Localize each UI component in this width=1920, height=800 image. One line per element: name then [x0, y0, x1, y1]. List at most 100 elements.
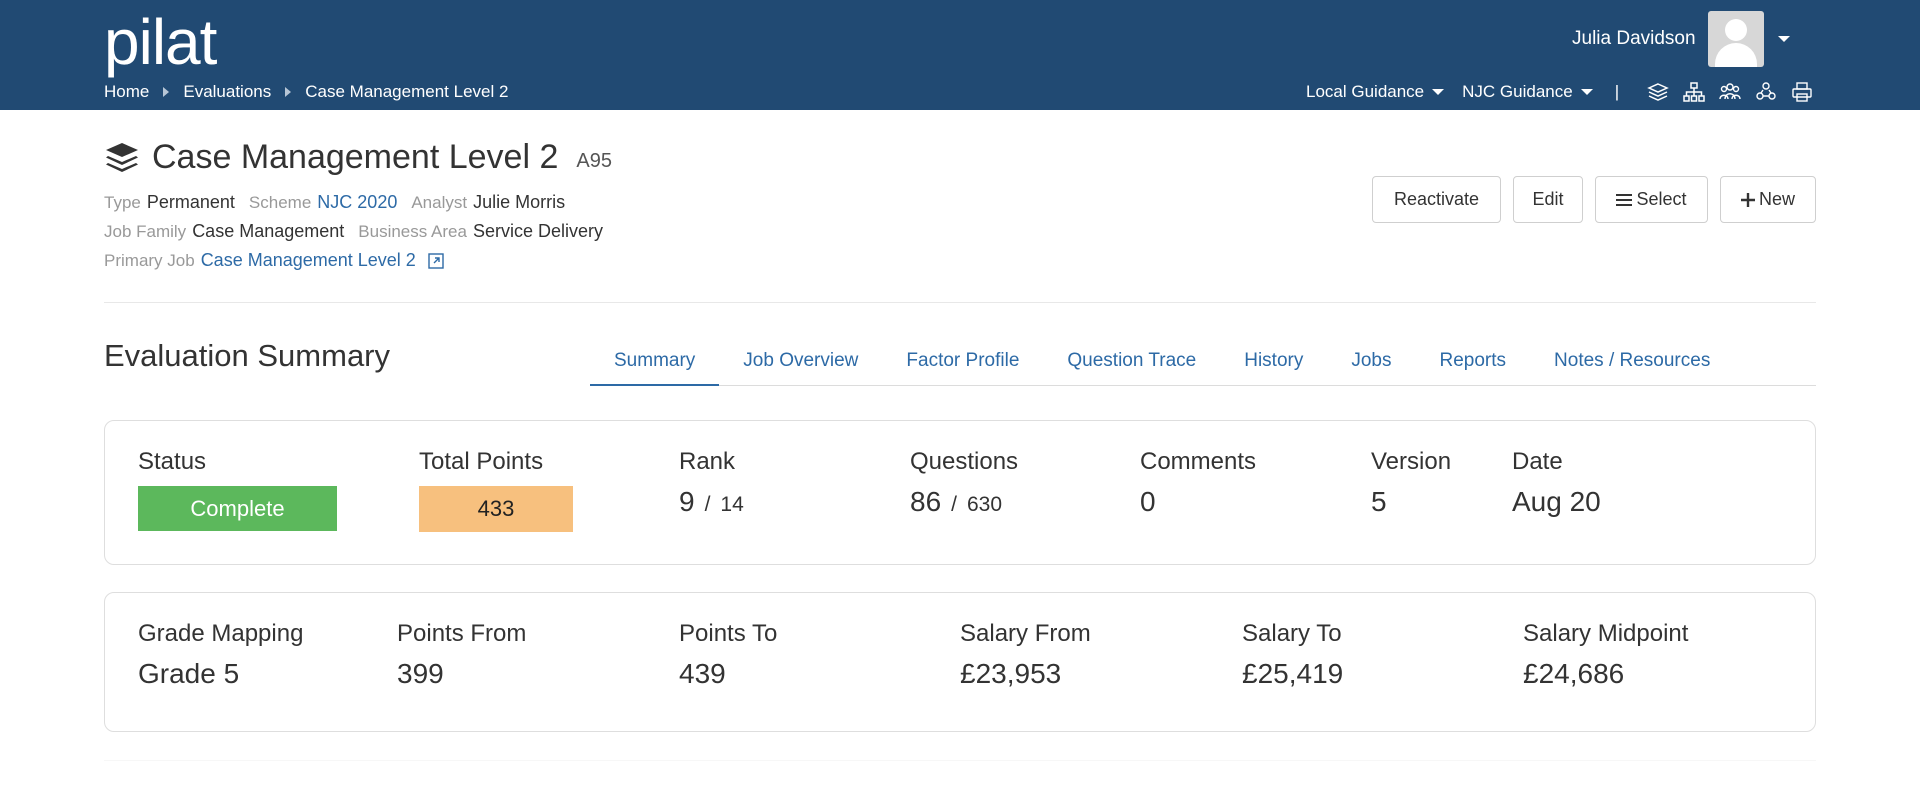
comments-field: Comments 0	[1140, 448, 1256, 518]
grade-card: Grade Mapping Grade 5 Points From 399 Po…	[104, 592, 1816, 732]
salary-from-label: Salary From	[960, 620, 1091, 647]
questions-field: Questions 86 / 630	[910, 448, 1018, 518]
user-menu[interactable]: Julia Davidson	[1572, 11, 1790, 67]
list-icon	[1616, 193, 1633, 206]
layers-icon	[106, 142, 138, 172]
select-button[interactable]: Select	[1595, 176, 1708, 223]
grade-mapping-field: Grade Mapping Grade 5	[138, 620, 303, 690]
salary-midpoint-label: Salary Midpoint	[1523, 620, 1689, 647]
section-title: Evaluation Summary	[104, 338, 391, 373]
status-field: Status Complete	[138, 448, 337, 531]
points-to-value: 439	[679, 658, 726, 689]
points-to-label: Points To	[679, 620, 778, 647]
grade-mapping-label: Grade Mapping	[138, 620, 304, 647]
job-meta-row-1: Type Permanent Scheme NJC 2020 Analyst J…	[104, 192, 579, 213]
points-from-field: Points From 399	[397, 620, 526, 690]
page-title: Case Management Level 2	[152, 138, 559, 176]
analyst-value: Julie Morris	[473, 192, 566, 212]
salary-from-field: Salary From £23,953	[960, 620, 1091, 690]
print-icon[interactable]	[1791, 82, 1813, 102]
caret-down-icon	[1580, 89, 1593, 95]
rank-slash: /	[704, 493, 711, 516]
date-value: Aug 20	[1512, 486, 1601, 517]
grade-mapping-value: Grade 5	[138, 658, 240, 689]
primary-job-link[interactable]: Case Management Level 2	[201, 250, 416, 271]
analyst-label: Analyst	[411, 192, 468, 212]
status-badge: Complete	[138, 486, 337, 531]
next-panel-edge	[104, 760, 1816, 800]
job-title-row: Case Management Level 2 A95	[104, 138, 612, 177]
tab-factor-profile[interactable]: Factor Profile	[882, 336, 1043, 386]
org-chart-icon[interactable]	[1683, 82, 1705, 102]
business-area-value: Service Delivery	[472, 221, 604, 241]
tab-question-trace[interactable]: Question Trace	[1043, 336, 1220, 386]
tab-summary[interactable]: Summary	[590, 336, 720, 386]
breadcrumb-chevron-icon	[285, 87, 292, 97]
edit-button[interactable]: Edit	[1513, 176, 1583, 223]
points-to-field: Points To 439	[679, 620, 777, 690]
avatar-head-shape	[1724, 19, 1747, 41]
job-meta-row-3: Primary Job Case Management Level 2	[104, 250, 444, 271]
avatar[interactable]	[1707, 11, 1764, 67]
points-from-value: 399	[397, 658, 444, 689]
version-value: 5	[1371, 486, 1387, 517]
evaluation-tabs: Summary Job Overview Factor Profile Ques…	[590, 336, 1816, 386]
tab-history[interactable]: History	[1220, 336, 1327, 386]
salary-to-value: £25,419	[1242, 658, 1344, 689]
job-family-value: Case Management	[192, 221, 345, 241]
plus-icon	[1740, 192, 1755, 207]
tab-job-overview[interactable]: Job Overview	[719, 336, 882, 386]
salary-midpoint-value: £24,686	[1523, 658, 1625, 689]
njc-guidance-dropdown[interactable]: NJC Guidance	[1462, 82, 1593, 102]
avatar-body-shape	[1714, 43, 1757, 67]
breadcrumb-chevron-icon	[163, 87, 170, 97]
questions-label: Questions	[910, 448, 1019, 475]
salary-midpoint-field: Salary Midpoint £24,686	[1523, 620, 1688, 690]
caret-down-icon[interactable]	[1777, 36, 1790, 42]
new-button[interactable]: New	[1720, 176, 1816, 223]
group-icon[interactable]	[1755, 82, 1777, 102]
salary-from-value: £23,953	[960, 658, 1062, 689]
rank-number: 9	[679, 486, 695, 517]
job-family-label: Job Family	[104, 221, 187, 241]
select-button-label: Select	[1636, 189, 1687, 209]
local-guidance-dropdown[interactable]: Local Guidance	[1306, 82, 1445, 102]
tab-reports[interactable]: Reports	[1416, 336, 1531, 386]
date-label: Date	[1512, 448, 1563, 475]
pilat-logo[interactable]: pilat	[104, 10, 217, 74]
rank-field: Rank 9 / 14	[679, 448, 744, 518]
summary-card: Status Complete Total Points 433 Rank 9 /…	[104, 420, 1816, 565]
rank-label: Rank	[679, 448, 736, 475]
breadcrumb-home[interactable]: Home	[104, 82, 149, 102]
scheme-link[interactable]: NJC 2020	[317, 192, 397, 213]
caret-down-icon	[1432, 89, 1445, 95]
comments-label: Comments	[1140, 448, 1257, 475]
top-navbar: pilat Home Evaluations Case Management L…	[0, 0, 1920, 110]
version-field: Version 5	[1371, 448, 1451, 518]
comments-value: 0	[1140, 486, 1156, 517]
reactivate-button[interactable]: Reactivate	[1372, 176, 1501, 223]
people-icon[interactable]	[1719, 82, 1741, 102]
header-tools: Local Guidance NJC Guidance |	[1306, 82, 1813, 102]
header-separator: |	[1614, 82, 1620, 101]
external-link-icon[interactable]	[428, 252, 444, 269]
points-from-label: Points From	[397, 620, 527, 647]
local-guidance-label: Local Guidance	[1306, 82, 1425, 101]
total-points-field: Total Points 433	[419, 448, 573, 532]
status-label: Status	[138, 448, 207, 475]
total-points-badge: 433	[419, 486, 573, 532]
njc-guidance-label: NJC Guidance	[1462, 82, 1573, 101]
action-buttons: Reactivate Edit Select New	[1372, 176, 1816, 223]
questions-slash: /	[951, 493, 957, 516]
layers-icon[interactable]	[1647, 82, 1669, 102]
rank-total: 14	[720, 493, 744, 516]
tab-jobs[interactable]: Jobs	[1327, 336, 1415, 386]
job-code: A95	[576, 150, 612, 172]
salary-to-label: Salary To	[1242, 620, 1342, 647]
job-meta-row-2: Job Family Case Management Business Area…	[104, 221, 617, 242]
breadcrumb-evaluations[interactable]: Evaluations	[183, 82, 271, 102]
version-label: Version	[1371, 448, 1452, 475]
salary-to-field: Salary To £25,419	[1242, 620, 1343, 690]
tab-notes-resources[interactable]: Notes / Resources	[1530, 336, 1734, 386]
user-name[interactable]: Julia Davidson	[1572, 28, 1696, 50]
